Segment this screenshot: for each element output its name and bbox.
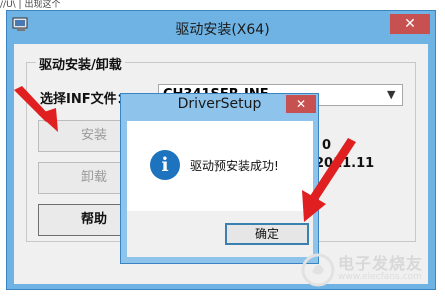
ok-button[interactable]: 确定	[225, 223, 309, 245]
chevron-down-icon[interactable]: ▼	[387, 88, 395, 101]
watermark-brand: 电子发烧友	[338, 254, 424, 273]
dialog-close-button[interactable]: ✕	[286, 95, 316, 113]
top-text-fragment: //U\ | 出现这个	[0, 0, 61, 10]
driver-info-line: 0	[322, 138, 332, 153]
window-close-button[interactable]: ✕	[390, 14, 430, 34]
watermark-url: www.elecfans.com	[338, 272, 422, 282]
dialog-message: 驱动预安装成功!	[190, 159, 279, 173]
window-title: 驱动安装(X64)	[175, 22, 270, 38]
inf-file-label: 选择INF文件：	[40, 92, 130, 107]
driver-info-date: 2011.11	[315, 156, 375, 171]
group-title: 驱动安装/卸载	[36, 54, 125, 73]
information-icon: i	[150, 150, 180, 180]
